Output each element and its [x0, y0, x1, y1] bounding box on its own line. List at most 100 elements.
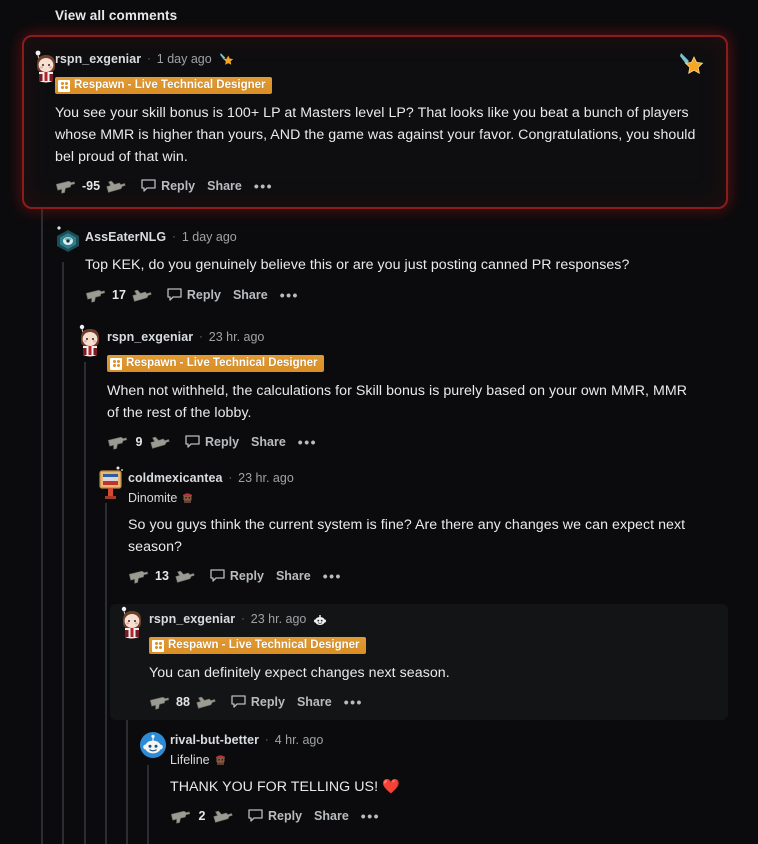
comment-author[interactable]: rspn_exgeniar [107, 330, 193, 344]
comment-author[interactable]: rspn_exgeniar [55, 52, 141, 66]
gun-downvote-icon[interactable] [193, 691, 219, 712]
comment-timestamp: 1 day ago [181, 230, 237, 244]
share-label: Share [296, 695, 332, 709]
gun-upvote-icon[interactable] [105, 432, 130, 453]
gun-upvote-icon[interactable] [147, 692, 172, 713]
comment-header: rspn_exgeniar · 23 hr. ago [107, 328, 727, 346]
author-flair-label: Respawn - Live Technical Designer [126, 357, 318, 369]
comment-bubble-icon [141, 179, 156, 192]
threadline-depth-2 [84, 362, 86, 844]
lifeline-emoji-icon [183, 493, 193, 503]
reply-label: Reply [268, 809, 303, 823]
share-label: Share [275, 569, 311, 583]
comment-body: So you guys think the current system is … [128, 517, 686, 555]
vote-score: 2 [198, 809, 206, 823]
comment-actions: 88 Reply Share ••• [149, 691, 729, 713]
comment-timestamp: 23 hr. ago [208, 330, 265, 344]
comment-body: When not withheld, the calculations for … [107, 383, 688, 421]
avatar[interactable] [31, 50, 61, 84]
respawn-logo-icon [152, 639, 164, 652]
reply-button[interactable]: Reply [141, 179, 195, 193]
comment-c5: rspn_exgeniar · 23 hr. ago Respawn - Liv… [121, 606, 729, 713]
comment-timestamp: 4 hr. ago [274, 733, 324, 747]
comment-c3: rspn_exgeniar · 23 hr. ago Respawn - Liv… [79, 324, 727, 453]
comment-author[interactable]: AssEaterNLG [85, 230, 166, 244]
comment-author[interactable]: rspn_exgeniar [149, 612, 235, 626]
author-flair[interactable]: Respawn - Live Technical Designer [149, 637, 366, 654]
avatar[interactable] [96, 465, 126, 499]
comment-bubble-icon [185, 435, 200, 448]
respawn-logo-icon [110, 357, 122, 370]
vote-group: -95 [55, 178, 127, 194]
reply-button[interactable]: Reply [248, 809, 302, 823]
more-options-button[interactable]: ••• [344, 695, 363, 709]
gun-downvote-icon[interactable] [129, 284, 155, 305]
comment-bubble-icon [167, 288, 182, 301]
comment-header: rspn_exgeniar · 1 day ago [55, 50, 715, 68]
comment-c6: rival-but-better · 4 hr. ago Lifeline TH… [140, 731, 730, 827]
reply-button[interactable]: Reply [185, 435, 239, 449]
comment-timestamp: 23 hr. ago [238, 471, 294, 485]
reply-label: Reply [205, 435, 240, 449]
reply-label: Reply [186, 288, 221, 302]
more-options-button[interactable]: ••• [323, 569, 342, 583]
user-flair[interactable]: Dinomite [128, 489, 728, 506]
share-label: Share [232, 288, 268, 302]
separator: · [147, 53, 151, 65]
comment-actions: 17 Reply Share ••• [85, 284, 725, 306]
avatar[interactable] [138, 730, 168, 764]
share-button[interactable]: Share [314, 809, 349, 823]
author-flair[interactable]: Respawn - Live Technical Designer [107, 355, 324, 372]
avatar[interactable] [117, 606, 147, 640]
gun-downvote-icon[interactable] [172, 565, 198, 586]
view-all-comments-link[interactable]: View all comments [55, 8, 177, 23]
more-options-button[interactable]: ••• [298, 435, 317, 449]
share-label: Share [251, 435, 286, 449]
more-options-button[interactable]: ••• [254, 179, 273, 193]
share-button[interactable]: Share [276, 569, 311, 583]
gun-downvote-icon[interactable] [103, 175, 129, 196]
comment-c2: AssEaterNLG · 1 day ago Top KEK, do you … [57, 226, 725, 306]
comment-author[interactable]: coldmexicantea [128, 471, 223, 485]
comment-body: THANK YOU FOR TELLING US! ❤️ [170, 779, 400, 795]
separator: · [228, 472, 233, 484]
share-button[interactable]: Share [251, 435, 286, 449]
reply-button[interactable]: Reply [167, 288, 221, 302]
more-options-button[interactable]: ••• [280, 288, 299, 302]
user-flair-label: Dinomite [128, 490, 178, 505]
gun-upvote-icon[interactable] [83, 285, 108, 306]
vote-group: 17 [85, 287, 153, 303]
separator: · [172, 231, 176, 243]
gun-upvote-icon[interactable] [168, 806, 193, 827]
share-label: Share [207, 179, 242, 193]
reply-button[interactable]: Reply [210, 569, 264, 583]
reply-button[interactable]: Reply [231, 695, 285, 709]
gun-downvote-icon[interactable] [147, 431, 173, 452]
gun-downvote-icon[interactable] [210, 805, 236, 826]
comment-header: AssEaterNLG · 1 day ago [85, 228, 725, 246]
separator: · [265, 734, 269, 746]
user-flair[interactable]: Lifeline [170, 751, 730, 768]
gun-upvote-icon[interactable] [126, 566, 151, 587]
comment-timestamp: 23 hr. ago [250, 612, 307, 626]
avatar[interactable] [53, 224, 83, 258]
vote-group: 88 [149, 694, 217, 710]
shooting-star-award-icon[interactable] [219, 52, 234, 67]
author-flair[interactable]: Respawn - Live Technical Designer [55, 77, 272, 94]
vote-group: 2 [170, 808, 234, 824]
threadline-depth-5 [147, 765, 149, 844]
share-button[interactable]: Share [297, 695, 332, 709]
separator: · [199, 331, 203, 343]
avatar[interactable] [75, 324, 105, 358]
comment-author[interactable]: rival-but-better [170, 733, 259, 747]
vote-score: -95 [82, 179, 101, 193]
vote-score: 88 [176, 695, 190, 709]
threadline-depth-1 [62, 262, 64, 844]
share-button[interactable]: Share [233, 288, 268, 302]
gun-upvote-icon[interactable] [53, 176, 78, 197]
vote-score: 17 [112, 288, 126, 302]
more-options-button[interactable]: ••• [361, 809, 380, 823]
share-button[interactable]: Share [207, 179, 242, 193]
comment-c4: coldmexicantea · 23 hr. ago Dinomite So … [99, 466, 728, 587]
snoo-award-icon[interactable] [313, 612, 327, 626]
